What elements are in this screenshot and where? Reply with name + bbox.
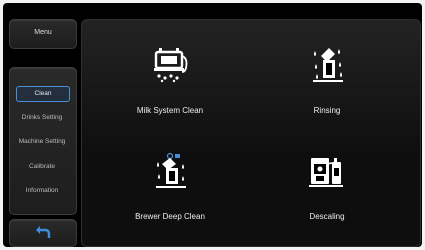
tile-label-brewer-deep-clean: Brewer Deep Clean [135, 212, 205, 221]
descaling-icon [309, 158, 343, 187]
back-arrow-icon [36, 226, 51, 238]
main-panel: Milk System Clean Rinsing Brewer Deep Cl… [81, 19, 421, 247]
tile-brewer-deep-clean[interactable]: Brewer Deep Clean [110, 152, 230, 232]
milk-system-clean-icon [154, 48, 188, 83]
nav-item-calibrate[interactable]: Calibrate [16, 159, 68, 175]
tile-label-descaling: Descaling [309, 212, 345, 221]
sidebar: Menu Clean Drinks Setting Machine Settin… [9, 19, 77, 247]
rinsing-icon [313, 48, 343, 82]
tile-label-milk-system-clean: Milk System Clean [136, 106, 204, 115]
back-button[interactable] [9, 219, 77, 247]
nav-panel: Clean Drinks Setting Machine Setting Cal… [9, 67, 77, 215]
brewer-deep-clean-icon [156, 152, 186, 188]
menu-button[interactable]: Menu [9, 19, 77, 49]
tile-milk-system-clean[interactable]: Milk System Clean [110, 46, 230, 126]
nav-item-drinks-setting[interactable]: Drinks Setting [16, 110, 68, 126]
screen: Menu Clean Drinks Setting Machine Settin… [3, 3, 422, 247]
nav-item-clean[interactable]: Clean [16, 86, 70, 102]
tile-rinsing[interactable]: Rinsing [267, 46, 387, 126]
tile-descaling[interactable]: Descaling [267, 152, 387, 232]
tile-label-rinsing: Rinsing [313, 106, 341, 115]
nav-item-information[interactable]: Information [16, 183, 68, 199]
menu-label: Menu [34, 29, 52, 36]
nav-item-machine-setting[interactable]: Machine Setting [16, 134, 68, 150]
